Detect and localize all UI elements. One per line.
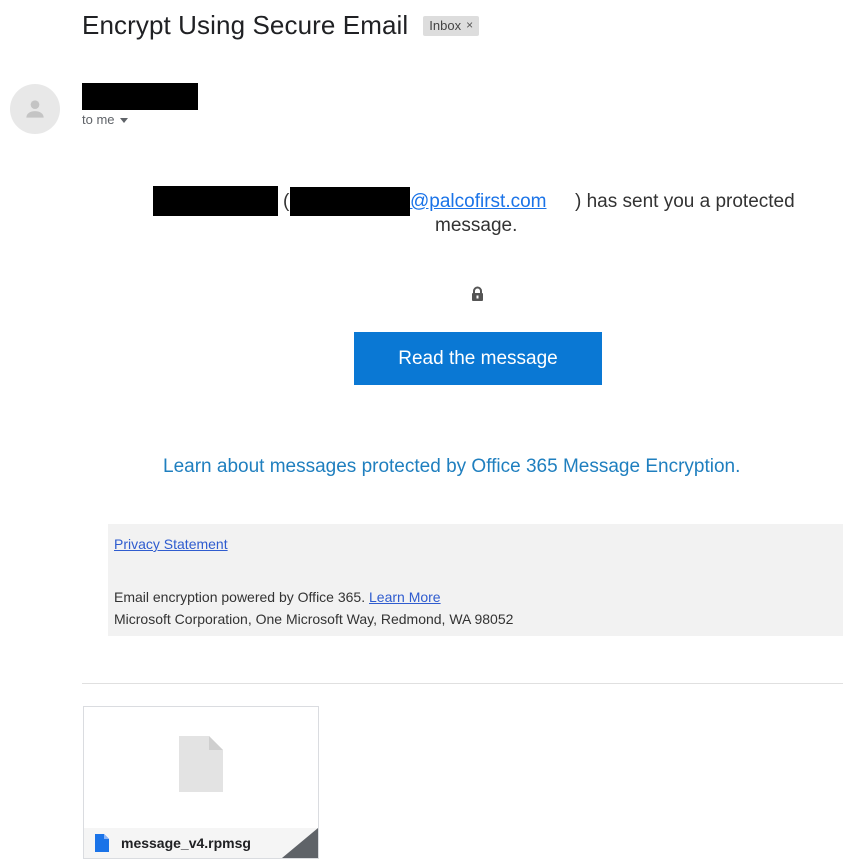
- paren-open: (: [283, 191, 290, 212]
- recipient-dropdown[interactable]: to me: [82, 112, 128, 127]
- inbox-label-chip[interactable]: Inbox ×: [423, 15, 480, 36]
- subject-row: Encrypt Using Secure Email Inbox ×: [82, 10, 480, 41]
- attachment-card[interactable]: message_v4.rpmsg: [83, 706, 319, 859]
- sender-name-redacted: [82, 83, 198, 110]
- sent-text-continued: message.: [435, 215, 518, 236]
- file-icon: [95, 834, 109, 852]
- remove-label-icon[interactable]: ×: [466, 18, 473, 32]
- attachment-filename: message_v4.rpmsg: [121, 835, 251, 851]
- protected-message-notice: ( @palcofirst.com ) has sent you a prote…: [150, 186, 810, 236]
- attachment-corner-fold: [282, 828, 318, 858]
- sender-avatar[interactable]: [10, 84, 60, 134]
- learn-more-link[interactable]: Learn More: [369, 589, 441, 605]
- sender-email-link[interactable]: @palcofirst.com: [410, 190, 547, 214]
- privacy-statement-link[interactable]: Privacy Statement: [114, 536, 228, 552]
- email-subject: Encrypt Using Secure Email: [82, 10, 409, 40]
- sender-fullname-redacted: [153, 186, 278, 216]
- chevron-down-icon: [119, 117, 128, 123]
- lock-icon: [472, 286, 483, 301]
- person-icon: [26, 100, 44, 118]
- read-message-button[interactable]: Read the message: [354, 332, 602, 385]
- powered-by-label: Email encryption powered by Office 365.: [114, 589, 366, 605]
- recipient-text: to me: [82, 112, 115, 127]
- powered-by-text: Email encryption powered by Office 365. …: [114, 589, 441, 605]
- footer-panel: Privacy Statement Email encryption power…: [108, 524, 843, 636]
- document-icon: [179, 736, 223, 792]
- learn-encryption-link[interactable]: Learn about messages protected by Office…: [163, 456, 740, 478]
- inbox-label-text: Inbox: [429, 17, 462, 33]
- sender-email-redacted: [290, 187, 410, 216]
- attachment-divider: [82, 683, 843, 684]
- sent-text: ) has sent you a protected: [575, 191, 795, 212]
- company-address: Microsoft Corporation, One Microsoft Way…: [114, 611, 514, 627]
